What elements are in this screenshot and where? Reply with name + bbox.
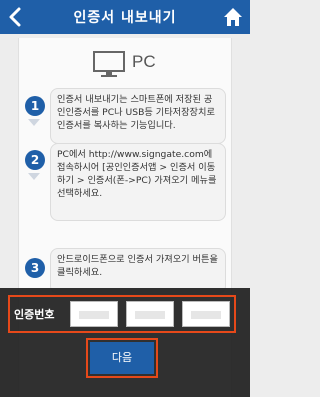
home-button[interactable] — [222, 6, 244, 28]
top-bar: 인증서 내보내기 — [0, 0, 250, 34]
cert-number-input-2[interactable] — [126, 301, 174, 327]
step-text-1: 인증서 내보내기는 스마트폰에 저장된 공인인증서를 PC나 USB등 기타저장… — [50, 88, 226, 144]
cert-number-input-3[interactable] — [182, 301, 230, 327]
step-tail-1 — [28, 119, 40, 126]
page-title: 인증서 내보내기 — [73, 10, 177, 26]
step-number-1: 1 — [25, 96, 45, 116]
cert-number-input-1[interactable] — [70, 301, 118, 327]
masked-value — [135, 311, 165, 319]
step-number-2: 2 — [25, 150, 45, 170]
section-label: PC — [132, 52, 156, 71]
cert-number-label: 인증번호 — [14, 308, 55, 321]
step-number-3: 3 — [25, 258, 45, 278]
home-icon — [224, 8, 242, 26]
masked-value — [79, 311, 109, 319]
masked-value — [191, 311, 221, 319]
step-tail-2 — [28, 173, 40, 180]
step-text-2: PC에서 http://www.signgate.com에 접속하시어 [공인인… — [50, 143, 226, 221]
next-button[interactable]: 다음 — [90, 342, 154, 374]
monitor-icon — [93, 51, 125, 77]
